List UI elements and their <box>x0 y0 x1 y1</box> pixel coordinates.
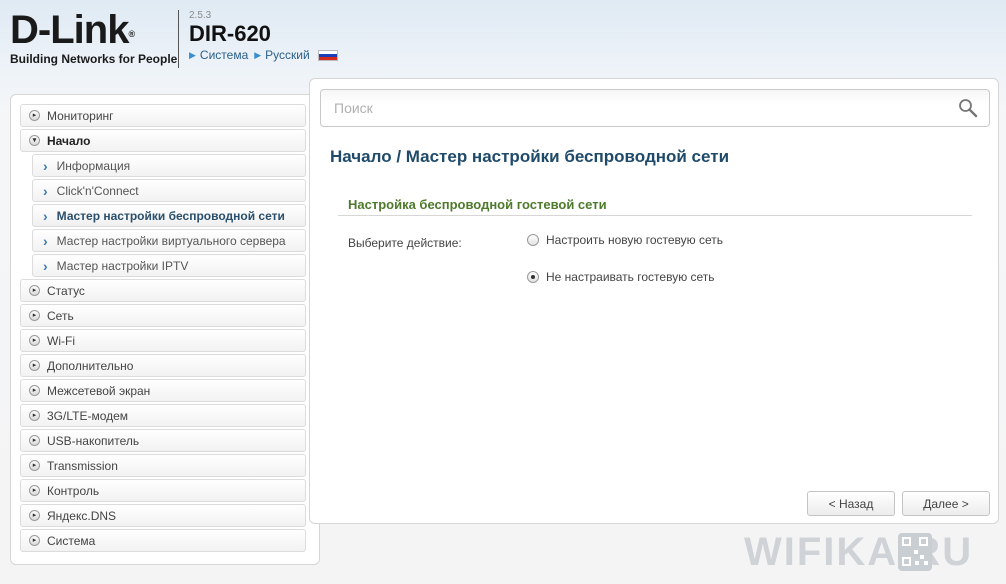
chevron-right-icon: › <box>43 232 48 249</box>
sidebar: ▸ Мониторинг ▾ Начало › Информация › Click'n'Co… <box>10 94 320 565</box>
sidebar-item-15[interactable]: ▸ Контроль <box>20 479 306 502</box>
header-divider <box>178 10 179 68</box>
sidebar-item-1[interactable]: ▾ Начало <box>20 129 306 152</box>
sidebar-item-3[interactable]: › Click'n'Connect <box>32 179 306 202</box>
sidebar-item-4[interactable]: › Мастер настройки беспроводной сети <box>32 204 306 227</box>
sidebar-item-10[interactable]: ▸ Дополнительно <box>20 354 306 377</box>
sidebar-item-label: Яндекс.DNS <box>47 508 117 523</box>
chevron-right-icon: ▸ <box>29 510 40 521</box>
device-model: DIR-620 <box>189 21 271 46</box>
qr-code-icon <box>898 533 932 571</box>
sidebar-menu: ▸ Мониторинг ▾ Начало › Информация › Click'n'Co… <box>20 104 306 554</box>
chevron-right-icon: › <box>43 257 48 274</box>
chevron-right-icon: ▸ <box>29 535 40 546</box>
option-label: Настроить новую гостевую сеть <box>546 233 724 247</box>
device-info: 2.5.3 DIR-620 ▶ Система ▶ Русский <box>189 10 338 62</box>
sidebar-item-17[interactable]: ▸ Система <box>20 529 306 552</box>
option-label: Не настраивать гостевую сеть <box>546 270 715 284</box>
sidebar-item-2[interactable]: › Информация <box>32 154 306 177</box>
sidebar-item-13[interactable]: ▸ USB-накопитель <box>20 429 306 452</box>
chevron-right-icon: › <box>43 157 48 174</box>
sidebar-item-label: Статус <box>47 283 85 298</box>
radio-button[interactable] <box>527 271 539 283</box>
logo-tagline: Building Networks for People <box>10 52 178 66</box>
sidebar-item-label: Transmission <box>47 458 118 473</box>
sidebar-item-label: Click'n'Connect <box>56 183 139 198</box>
chevron-right-icon: ▸ <box>29 460 40 471</box>
sidebar-item-label: Начало <box>47 133 91 148</box>
sidebar-item-label: Система <box>47 533 96 548</box>
chevron-right-icon: ▸ <box>29 285 40 296</box>
section-title: Настройка беспроводной гостевой сети <box>348 197 607 212</box>
section-divider <box>338 215 972 216</box>
sidebar-item-label: Wi-Fi <box>47 333 75 348</box>
sidebar-item-16[interactable]: ▸ Яндекс.DNS <box>20 504 306 527</box>
logo-text: D-Link <box>10 8 129 52</box>
chevron-right-icon: ▸ <box>29 435 40 446</box>
search-input[interactable] <box>320 89 990 127</box>
chevron-right-icon: ▸ <box>29 485 40 496</box>
firmware-version: 2.5.3 <box>189 10 212 21</box>
option-configure-guest[interactable]: Настроить новую гостевую сеть <box>527 233 723 247</box>
chevron-right-icon: ▸ <box>29 335 40 346</box>
watermark-text: WIFIKA.RU <box>744 530 974 574</box>
sidebar-item-8[interactable]: ▸ Сеть <box>20 304 306 327</box>
sidebar-item-label: Межсетевой экран <box>47 383 151 398</box>
next-button[interactable]: Далее > <box>902 491 990 516</box>
action-label: Выберите действие: <box>348 236 462 250</box>
sidebar-item-0[interactable]: ▸ Мониторинг <box>20 104 306 127</box>
sidebar-item-11[interactable]: ▸ Межсетевой экран <box>20 379 306 402</box>
chevron-right-icon: ▸ <box>29 110 40 121</box>
sidebar-item-label: 3G/LTE-модем <box>47 408 129 423</box>
sidebar-item-label: Дополнительно <box>47 358 134 373</box>
sidebar-item-5[interactable]: › Мастер настройки виртуального сервера <box>32 229 306 252</box>
radio-button[interactable] <box>527 234 539 246</box>
chevron-right-icon: ▸ <box>29 410 40 421</box>
sidebar-item-6[interactable]: › Мастер настройки IPTV <box>32 254 306 277</box>
language-link[interactable]: Русский <box>265 48 310 62</box>
sidebar-item-12[interactable]: ▸ 3G/LTE-модем <box>20 404 306 427</box>
triangle-right-icon: ▶ <box>189 49 196 60</box>
chevron-right-icon: ▸ <box>29 310 40 321</box>
triangle-right-icon: ▶ <box>254 49 262 60</box>
back-button[interactable]: < Назад <box>807 491 895 516</box>
chevron-down-icon: ▾ <box>29 135 40 146</box>
russia-flag-icon[interactable] <box>317 49 338 61</box>
sidebar-item-7[interactable]: ▸ Статус <box>20 279 306 302</box>
sidebar-item-9[interactable]: ▸ Wi-Fi <box>20 329 306 352</box>
chevron-right-icon: › <box>43 182 48 199</box>
sidebar-item-14[interactable]: ▸ Transmission <box>20 454 306 477</box>
system-link[interactable]: Система <box>200 48 248 62</box>
chevron-right-icon: ▸ <box>29 385 40 396</box>
sidebar-item-label: Сеть <box>47 308 74 323</box>
main-panel: Начало / Мастер настройки беспроводной с… <box>309 78 999 524</box>
sidebar-item-label: Информация <box>56 158 131 173</box>
registered-mark: ® <box>128 29 135 39</box>
chevron-right-icon: › <box>43 207 48 224</box>
sidebar-item-label: Контроль <box>47 483 100 498</box>
sidebar-item-label: Мастер настройки беспроводной сети <box>56 208 285 223</box>
sidebar-item-label: Мониторинг <box>47 108 114 123</box>
header-links: ▶ Система ▶ Русский <box>189 48 338 62</box>
flag-stripe-red <box>318 56 337 60</box>
dlink-logo[interactable]: D-Link® Building Networks for People <box>10 8 178 66</box>
search-icon[interactable] <box>958 98 978 118</box>
sidebar-item-label: Мастер настройки IPTV <box>56 258 189 273</box>
header: D-Link® Building Networks for People 2.5… <box>0 0 1006 78</box>
option-skip-guest[interactable]: Не настраивать гостевую сеть <box>527 270 715 284</box>
page-title: Начало / Мастер настройки беспроводной с… <box>330 147 730 166</box>
chevron-right-icon: ▸ <box>29 360 40 371</box>
sidebar-item-label: USB-накопитель <box>47 433 140 448</box>
sidebar-item-label: Мастер настройки виртуального сервера <box>56 233 286 248</box>
